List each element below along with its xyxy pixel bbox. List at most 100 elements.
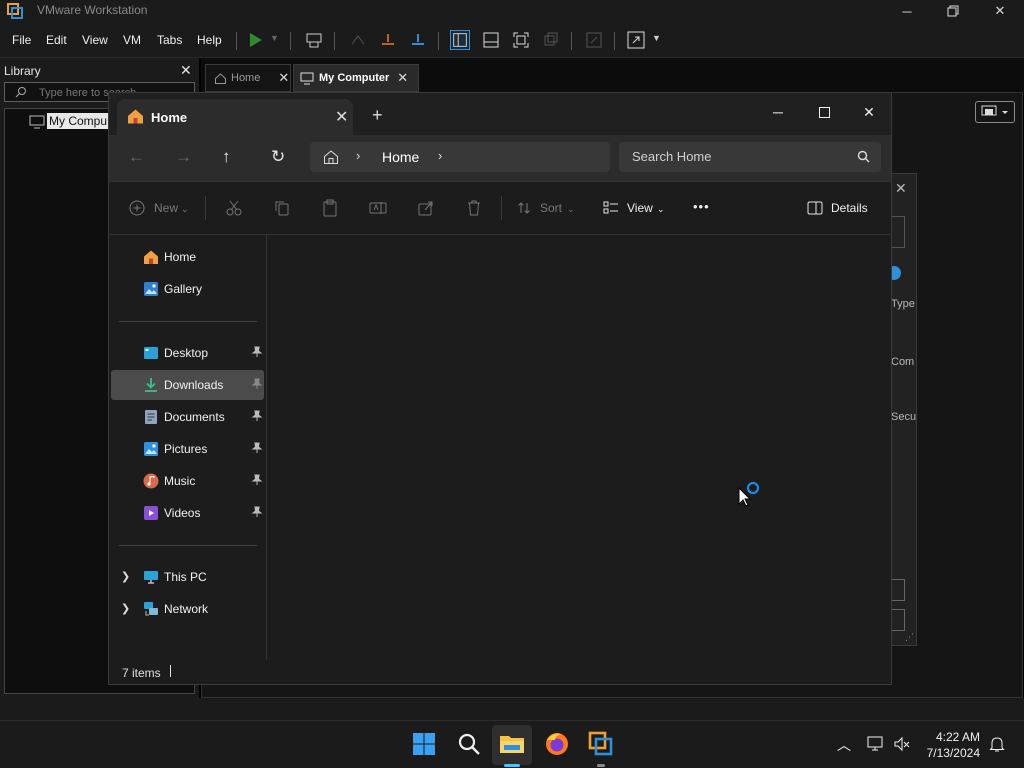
- send-ctrl-alt-del-icon[interactable]: [304, 30, 324, 50]
- minimize-button[interactable]: ─: [884, 0, 930, 22]
- explorer-tab-home[interactable]: Home ✕: [117, 99, 353, 135]
- paste-icon[interactable]: [321, 199, 339, 217]
- share-icon[interactable]: [417, 199, 435, 217]
- nav-item-pictures[interactable]: Pictures: [111, 434, 264, 464]
- dialog-button[interactable]: [891, 609, 905, 631]
- windows-start-icon[interactable]: [410, 730, 438, 758]
- nav-item-documents[interactable]: Documents: [111, 402, 264, 432]
- search-input[interactable]: Search Home: [619, 142, 881, 172]
- chevron-right-icon[interactable]: ❯: [121, 602, 130, 615]
- close-button[interactable]: ✕: [977, 0, 1023, 22]
- dialog-input[interactable]: [891, 216, 905, 248]
- new-plus-icon: [129, 200, 145, 216]
- network-display-icon[interactable]: [867, 735, 885, 753]
- menu-view[interactable]: View: [82, 33, 108, 47]
- power-on-icon[interactable]: [246, 30, 266, 50]
- chevron-down-icon[interactable]: ⌄: [567, 204, 575, 215]
- pin-icon[interactable]: [251, 442, 263, 454]
- back-arrow-icon[interactable]: ←: [128, 147, 145, 167]
- resize-grip-icon[interactable]: ⋰: [905, 632, 914, 643]
- menu-edit[interactable]: Edit: [46, 33, 67, 47]
- up-arrow-icon[interactable]: ↑: [222, 147, 231, 167]
- menu-file[interactable]: File: [12, 33, 31, 47]
- nav-label: Music: [164, 474, 196, 488]
- more-options-button[interactable]: •••: [693, 199, 710, 214]
- tab-home[interactable]: Home ✕: [205, 64, 291, 92]
- status-separator: [170, 665, 171, 677]
- search-icon[interactable]: [455, 730, 483, 758]
- refresh-icon[interactable]: ↻: [271, 147, 285, 167]
- menu-vm[interactable]: VM: [123, 33, 141, 47]
- console-view-icon[interactable]: [584, 30, 604, 50]
- file-list-area[interactable]: [268, 235, 891, 660]
- tab-close-icon[interactable]: ✕: [335, 107, 348, 127]
- nav-item-videos[interactable]: Videos: [111, 498, 264, 528]
- dialog-label-type: Type: [891, 298, 915, 310]
- file-explorer-icon[interactable]: [498, 730, 526, 758]
- rename-icon[interactable]: [369, 199, 387, 217]
- tab-my-computer[interactable]: My Computer ✕: [293, 64, 419, 92]
- nav-item-downloads[interactable]: Downloads: [111, 370, 264, 400]
- unity-icon[interactable]: [541, 30, 561, 50]
- vmware-icon[interactable]: [587, 730, 615, 758]
- toolbar-separator: [334, 32, 335, 50]
- menu-tabs[interactable]: Tabs: [157, 33, 182, 47]
- nav-item-home[interactable]: Home: [111, 242, 264, 272]
- new-button[interactable]: New: [154, 201, 178, 215]
- details-button[interactable]: Details: [831, 201, 868, 215]
- dialog-close-icon[interactable]: ✕: [895, 180, 907, 197]
- dialog-button[interactable]: [891, 579, 905, 601]
- stretch-dropdown-icon[interactable]: ▼: [652, 33, 672, 53]
- show-hidden-icons-chevron-icon[interactable]: ︿: [837, 735, 851, 755]
- revert-snapshot-icon[interactable]: [378, 30, 398, 50]
- command-separator: [205, 196, 206, 220]
- maximize-button[interactable]: [930, 0, 976, 22]
- snapshot-manager-icon[interactable]: [408, 30, 428, 50]
- power-dropdown-icon[interactable]: ▼: [270, 33, 290, 53]
- full-screen-icon[interactable]: [511, 30, 531, 50]
- notification-bell-icon[interactable]: [988, 735, 1006, 753]
- thumbnail-bar-icon[interactable]: [481, 30, 501, 50]
- tab-close-icon[interactable]: ✕: [397, 70, 408, 86]
- nav-item-music[interactable]: Music: [111, 466, 264, 496]
- tab-close-icon[interactable]: ✕: [278, 70, 289, 86]
- sort-button[interactable]: Sort: [540, 201, 562, 215]
- pin-icon[interactable]: [251, 346, 263, 358]
- tree-item-my-computer[interactable]: My Compu: [47, 113, 110, 129]
- pin-icon[interactable]: [251, 410, 263, 422]
- show-library-icon[interactable]: [450, 30, 470, 50]
- nav-item-this-pc[interactable]: ❯ This PC: [111, 562, 264, 592]
- chevron-right-icon[interactable]: ›: [356, 148, 360, 163]
- chevron-down-icon[interactable]: ⌄: [657, 204, 665, 215]
- pin-icon[interactable]: [251, 506, 263, 518]
- close-button[interactable]: ✕: [846, 99, 892, 125]
- view-button[interactable]: View: [627, 201, 653, 215]
- clock-date[interactable]: 7/13/2024: [918, 746, 980, 760]
- snapshot-icon[interactable]: [348, 30, 368, 50]
- minimize-button[interactable]: ─: [755, 99, 801, 125]
- clock-time[interactable]: 4:22 AM: [928, 730, 980, 744]
- address-box[interactable]: › Home ›: [310, 142, 610, 172]
- chevron-down-icon[interactable]: ⌄: [181, 204, 189, 215]
- new-tab-button[interactable]: +: [372, 105, 383, 126]
- library-close-button[interactable]: ✕: [180, 62, 192, 79]
- volume-muted-icon[interactable]: [893, 735, 911, 753]
- dialog-label-com: Com: [891, 356, 915, 368]
- nav-item-network[interactable]: ❯ Network: [111, 594, 264, 624]
- pin-icon[interactable]: [251, 474, 263, 486]
- nav-item-desktop[interactable]: Desktop: [111, 338, 264, 368]
- stretch-guest-icon[interactable]: [626, 30, 646, 50]
- forward-arrow-icon[interactable]: →: [175, 147, 192, 167]
- view-switch-button[interactable]: [975, 101, 1015, 123]
- copy-icon[interactable]: [273, 199, 291, 217]
- pin-icon[interactable]: [251, 378, 263, 390]
- chevron-right-icon[interactable]: ›: [438, 148, 442, 163]
- cut-icon[interactable]: [225, 199, 243, 217]
- maximize-button[interactable]: [801, 99, 847, 125]
- breadcrumb-home[interactable]: Home: [382, 149, 419, 165]
- firefox-icon[interactable]: [543, 730, 571, 758]
- delete-icon[interactable]: [465, 199, 483, 217]
- chevron-right-icon[interactable]: ❯: [121, 570, 130, 583]
- menu-help[interactable]: Help: [197, 33, 222, 47]
- nav-item-gallery[interactable]: Gallery: [111, 274, 264, 304]
